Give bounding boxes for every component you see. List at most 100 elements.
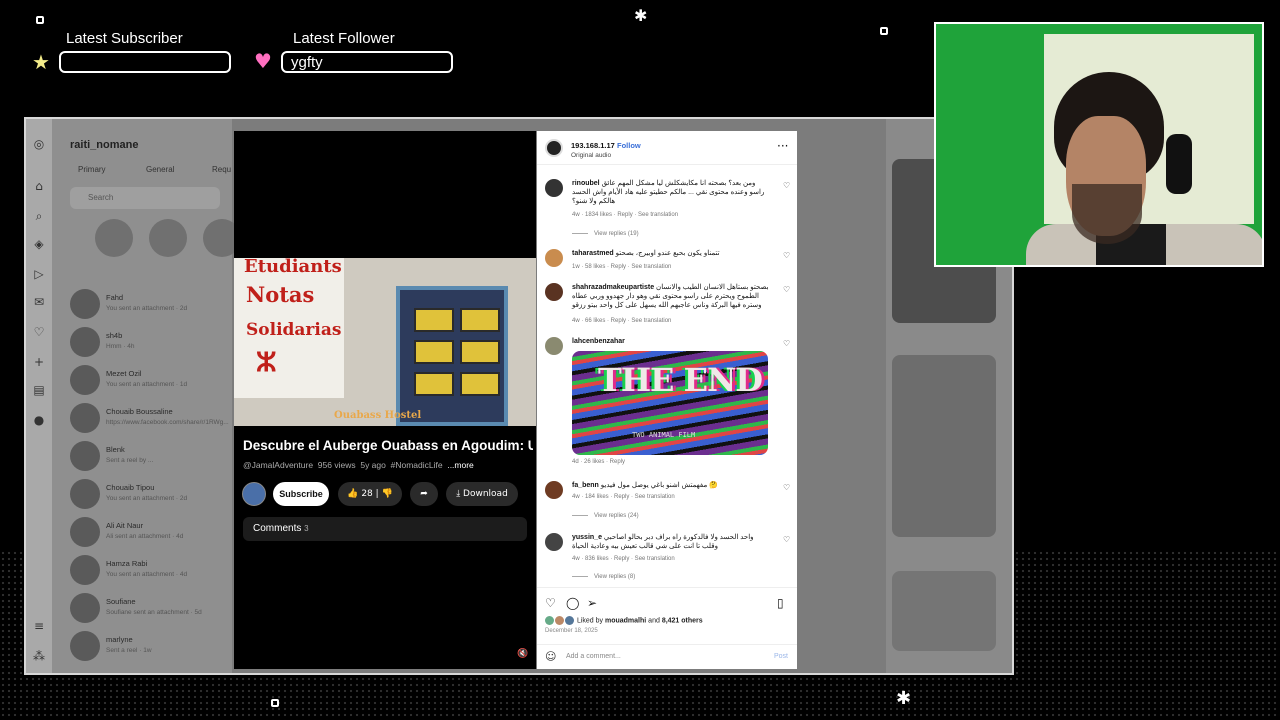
instagram-logo-icon[interactable]: ◎ <box>32 137 46 151</box>
latest-subscriber-label: Latest Subscriber <box>66 30 183 47</box>
comments-section[interactable]: Comments 3 <box>243 517 527 541</box>
webcam-feed <box>934 22 1264 267</box>
commenter-avatar[interactable] <box>545 179 563 197</box>
video-watermark: Ouabass Hostel <box>334 410 422 421</box>
conversation-row[interactable]: marlyne Sent a reel · 1w <box>70 631 230 665</box>
sparkle-dot <box>271 699 279 707</box>
commenter-avatar[interactable] <box>545 533 563 551</box>
post-avatar[interactable] <box>545 139 563 157</box>
dm-list-pane: raiti_nomane Primary General Requ Search… <box>52 119 241 673</box>
download-button[interactable]: ⤓ Download <box>446 482 518 506</box>
conversation-row[interactable]: Ali Ait Naur Ali sent an attachment · 4d <box>70 517 230 551</box>
messages-icon[interactable]: ✉ <box>32 295 46 309</box>
share-button[interactable]: ➦ <box>410 482 438 506</box>
liked-by-user[interactable]: mouadmalhi <box>605 617 646 624</box>
reel-card[interactable] <box>892 355 996 537</box>
comment-meta[interactable]: 4w · 184 likes · Reply · See translation <box>572 494 675 500</box>
commenter-avatar[interactable] <box>545 481 563 499</box>
comment-like-icon[interactable]: ♡ <box>783 339 790 348</box>
comment-icon[interactable]: ◯ <box>566 596 579 610</box>
story-item[interactable] <box>148 219 188 259</box>
view-replies-link[interactable]: View replies (8) <box>572 574 635 580</box>
tab-general[interactable]: General <box>146 165 174 174</box>
comment-like-icon[interactable]: ♡ <box>783 251 790 260</box>
profile-icon[interactable]: ● <box>32 413 46 427</box>
comment-like-icon[interactable]: ♡ <box>783 535 790 544</box>
explore-icon[interactable]: ◈ <box>32 237 46 251</box>
post-header: 193.168.1.17 Follow Original audio ··· <box>537 131 797 165</box>
comment-gif[interactable]: THE END TWO ANIMAL FILM <box>572 351 768 455</box>
create-icon[interactable]: + <box>32 355 46 369</box>
commenter-avatar[interactable] <box>545 337 563 355</box>
story-item[interactable] <box>94 219 134 259</box>
add-comment-input[interactable]: Add a comment... <box>566 653 621 660</box>
comment-meta[interactable]: 4d · 26 likes · Reply <box>572 459 625 465</box>
video-panel[interactable]: Etudiants Notas Solidarias ⵣ Ouabass Hos… <box>234 131 536 669</box>
emoji-icon[interactable]: ☺ <box>545 650 556 663</box>
stream-scene: ✱ ✱ Latest Subscriber ★ Latest Follower … <box>0 0 1280 720</box>
conversation-row[interactable]: Blenk Sent a reel by ... <box>70 441 230 475</box>
amazigh-symbol-icon: ⵣ <box>256 348 277 378</box>
reel-card[interactable] <box>892 571 996 651</box>
browser-window: ◎ ⌂ ⌕ ◈ ▷ ✉ ♡ + ▤ ● ≡ ⁂ raiti_nomane Pri… <box>24 117 1014 675</box>
commenter-avatar[interactable] <box>545 249 563 267</box>
tab-requests[interactable]: Requ <box>212 165 231 174</box>
tab-primary[interactable]: Primary <box>78 165 106 174</box>
conversation-row[interactable]: Mezet Ozil You sent an attachment · 1d <box>70 365 230 399</box>
reels-icon[interactable]: ▷ <box>32 267 46 281</box>
liked-by-others[interactable]: 8,421 others <box>662 617 703 624</box>
comment-like-icon[interactable]: ♡ <box>783 483 790 492</box>
comment-like-icon[interactable]: ♡ <box>783 285 790 294</box>
comment-meta[interactable]: 1w · 58 likes · Reply · See translation <box>572 264 671 270</box>
share-icon[interactable]: ➢ <box>587 596 597 610</box>
comment-like-icon[interactable]: ♡ <box>783 181 790 190</box>
latest-subscriber-value <box>59 51 231 73</box>
heart-icon: ♥ <box>254 49 272 73</box>
home-icon[interactable]: ⌂ <box>32 179 46 193</box>
view-replies-link[interactable]: View replies (24) <box>572 513 639 519</box>
video-thumbnail[interactable]: Etudiants Notas Solidarias ⵣ Ouabass Hos… <box>234 258 536 426</box>
like-icon[interactable]: ♡ <box>545 596 556 610</box>
comment-username[interactable]: shahrazadmakeupartiste <box>572 284 654 291</box>
dm-username[interactable]: raiti_nomane <box>70 139 138 151</box>
post-footer: ♡ ◯ ➢ ▯ Liked by mouadmalhi and 8,421 ot… <box>537 587 797 669</box>
conversation-row[interactable]: Hamza Rabi You sent an attachment · 4d <box>70 555 230 589</box>
dashboard-icon[interactable]: ▤ <box>32 383 46 397</box>
conversation-row[interactable]: Chouaib Boussaline https://www.facebook.c… <box>70 403 230 437</box>
video-title: Descubre el Auberge Ouabass en Agoudim: … <box>243 438 533 453</box>
conversation-row[interactable]: Fahd You sent an attachment · 2d <box>70 289 230 323</box>
notifications-icon[interactable]: ♡ <box>32 325 46 339</box>
menu-icon[interactable]: ≡ <box>32 619 46 633</box>
comment-username[interactable]: yussin_e <box>572 534 602 541</box>
comment-username[interactable]: rinoubel <box>572 180 600 187</box>
post-audio[interactable]: Original audio <box>571 152 611 159</box>
conversation-row[interactable]: Soufiane Soufiane sent an attachment · 5d <box>70 593 230 627</box>
dm-search-input[interactable]: Search <box>70 187 220 209</box>
bookmark-icon[interactable]: ▯ <box>777 596 784 610</box>
subscribe-button[interactable]: Subscribe <box>273 482 329 506</box>
conversation-row[interactable]: Chouaib Tipou You sent an attachment · 2d <box>70 479 230 513</box>
comment-meta[interactable]: 4w · 66 likes · Reply · See translation <box>572 318 671 324</box>
comment-text: تتمناو يكون بحبع عندو اوبيرج، بصحتو <box>615 250 720 257</box>
comment-meta[interactable]: 4w · 836 likes · Reply · See translation <box>572 556 675 562</box>
search-icon[interactable]: ⌕ <box>32 209 46 223</box>
comment-username[interactable]: taharastmed <box>572 250 614 257</box>
meta-icon[interactable]: ⁂ <box>32 649 46 663</box>
commenter-avatar[interactable] <box>545 283 563 301</box>
conversation-row[interactable]: sh4b Hmm · 4h <box>70 327 230 361</box>
comment-username[interactable]: fa_benn <box>572 482 599 489</box>
post-comment-button[interactable]: Post <box>774 653 788 660</box>
comment-meta[interactable]: 4w · 1834 likes · Reply · See translatio… <box>572 212 678 218</box>
like-dislike-button[interactable]: 👍 28 | 👎 <box>338 482 402 506</box>
headphones <box>1166 134 1192 194</box>
post-username[interactable]: 193.168.1.17 <box>571 141 615 150</box>
view-replies-link[interactable]: View replies (19) <box>572 231 639 237</box>
post-date: December 18, 2025 <box>545 628 598 634</box>
mute-icon[interactable]: 🔇 <box>517 649 528 659</box>
latest-follower-value: ygfty <box>281 51 453 73</box>
comment-username[interactable]: lahcenbenzahar <box>572 338 625 345</box>
follow-button[interactable]: Follow <box>617 141 641 150</box>
more-options-icon[interactable]: ··· <box>777 139 788 153</box>
sparkle-star-icon: ✱ <box>896 688 912 709</box>
channel-avatar[interactable] <box>242 482 266 506</box>
